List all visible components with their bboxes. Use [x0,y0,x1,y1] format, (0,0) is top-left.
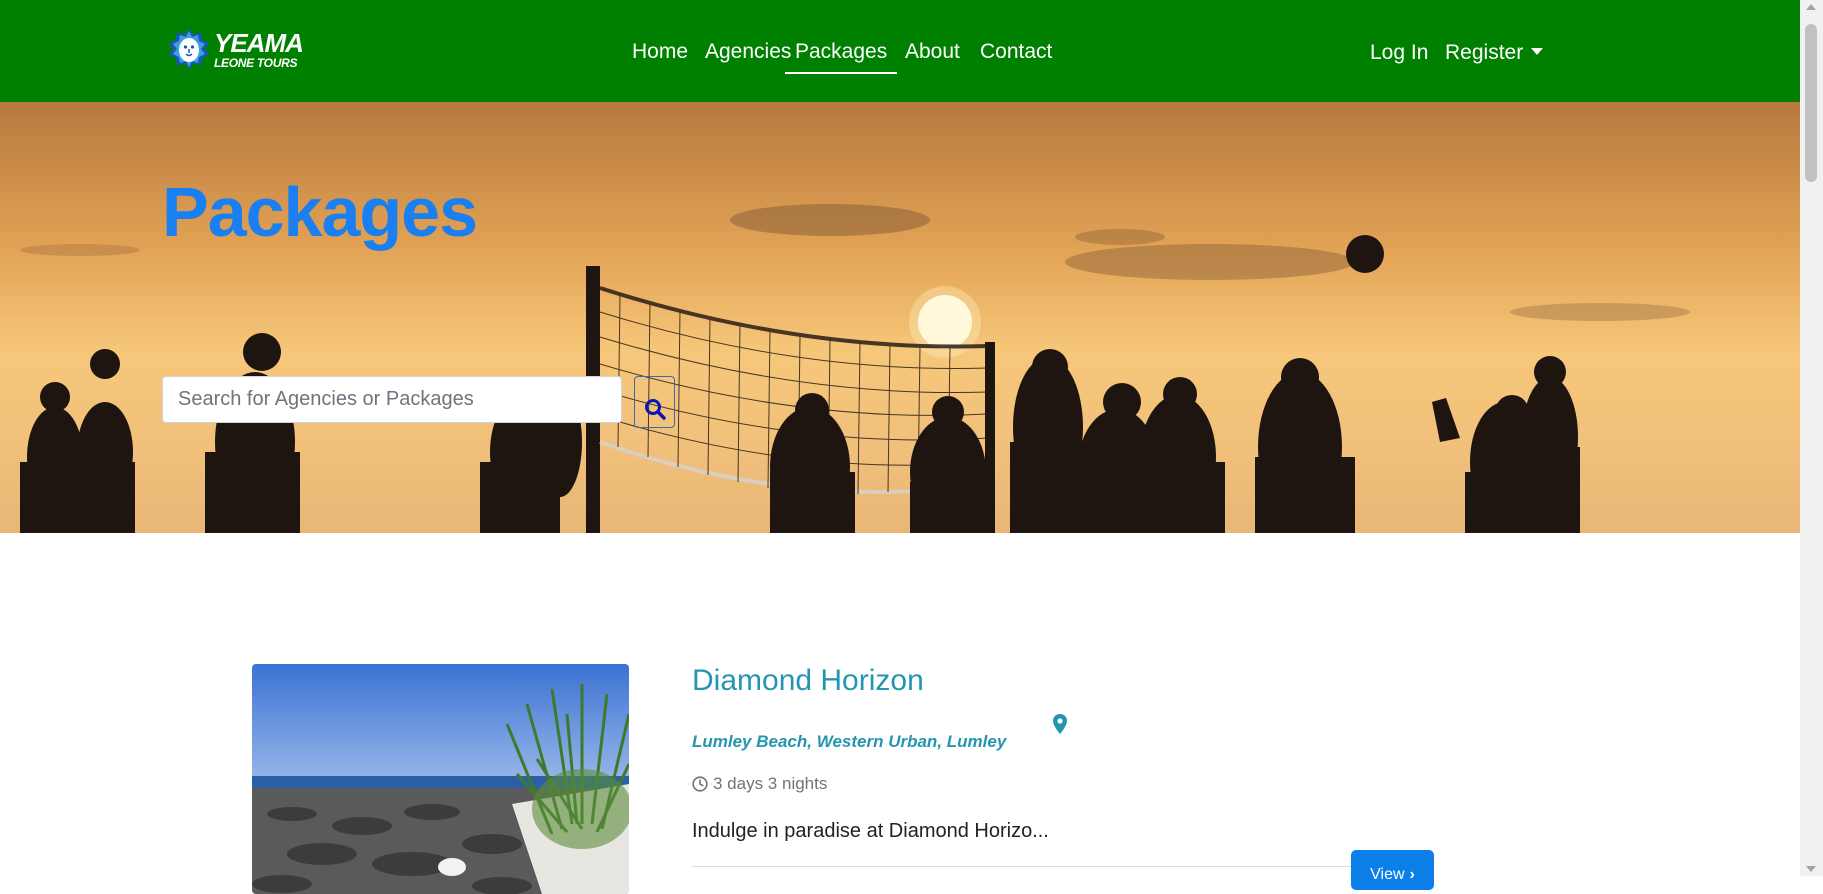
nav-about[interactable]: About [905,40,960,64]
nav-register-dropdown[interactable]: Register [1445,41,1544,65]
lion-logo-icon [169,29,209,69]
scroll-up-arrow-icon[interactable] [1806,4,1816,10]
caret-down-icon [1531,48,1544,55]
search-input[interactable] [162,376,622,423]
view-package-button[interactable]: View › [1351,850,1434,890]
clock-icon [692,776,708,792]
search-icon [644,399,666,420]
package-title[interactable]: Diamond Horizon [692,664,924,698]
package-duration-text: 3 days 3 nights [713,774,828,793]
brand-line-1: YEAMA [214,27,304,58]
search-button[interactable] [634,376,675,428]
nav-register-label: Register [1445,41,1524,64]
brand-line-2: LEONE TOURS [214,55,298,70]
package-duration: 3 days 3 nights [692,774,827,794]
package-location: Lumley Beach, Western Urban, Lumley [692,732,1007,751]
hero-sunset-volleyball-image [20,204,1690,533]
navbar: YEAMA LEONE TOURS Home Agencies Packages… [0,0,1800,102]
card-divider [692,866,1434,867]
scroll-down-arrow-icon[interactable] [1806,866,1816,872]
nav-login[interactable]: Log In [1370,41,1428,65]
package-image[interactable] [252,664,629,894]
brand-logo[interactable]: YEAMA LEONE TOURS [168,27,304,70]
beach-photo [252,664,629,894]
nav-packages[interactable]: Packages [785,40,898,74]
hero-banner: Packages [0,102,1800,533]
scrollbar-thumb[interactable] [1805,24,1817,182]
nav-home[interactable]: Home [632,40,688,64]
vertical-scrollbar[interactable] [1800,0,1823,876]
chevron-right-icon: › [1409,866,1415,883]
map-pin-icon [1053,714,1067,734]
nav-agencies[interactable]: Agencies [705,40,791,64]
package-description: Indulge in paradise at Diamond Horizo... [692,820,1049,842]
brand-name: YEAMA LEONE TOURS [214,27,304,70]
nav-contact[interactable]: Contact [980,40,1052,64]
view-button-label: View [1370,866,1405,883]
page-title: Packages [162,173,478,251]
